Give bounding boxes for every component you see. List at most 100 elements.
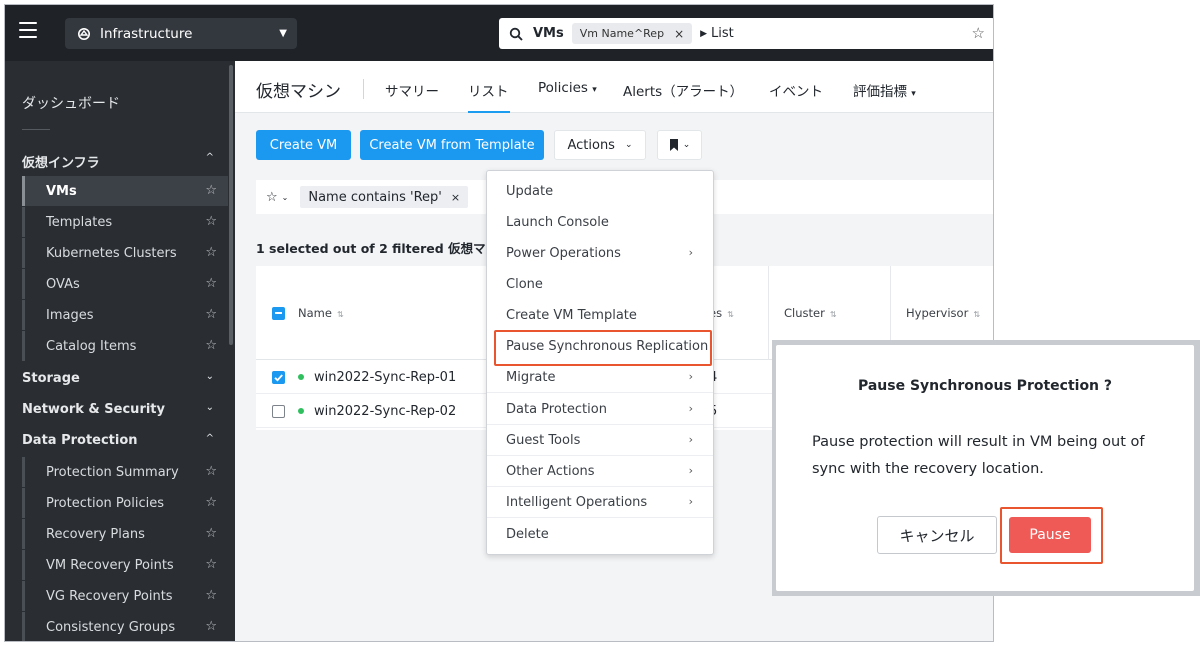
sidebar-item-templates[interactable]: Templates ☆ xyxy=(22,207,228,237)
menu-item-other-actions[interactable]: Other Actions › xyxy=(487,456,713,487)
page-title: 仮想マシン xyxy=(256,82,341,102)
sidebar-item-protection-summary[interactable]: Protection Summary ☆ xyxy=(22,457,228,487)
active-tab-indicator xyxy=(468,111,510,113)
sidebar-item-label: VG Recovery Points xyxy=(46,588,173,604)
sidebar-item-label: Protection Summary xyxy=(46,464,179,480)
star-icon[interactable]: ☆ xyxy=(205,214,217,229)
sidebar-group-storage[interactable]: Storage ⌄ xyxy=(22,371,214,386)
menu-item-power-operations[interactable]: Power Operations › xyxy=(487,238,713,269)
star-icon[interactable]: ☆ xyxy=(205,276,217,291)
sidebar-item-recovery-plans[interactable]: Recovery Plans ☆ xyxy=(22,519,228,549)
tab-policies[interactable]: Policies ▾ xyxy=(538,80,597,96)
menu-item-create-vm-template[interactable]: Create VM Template xyxy=(487,300,713,331)
close-icon[interactable]: × xyxy=(674,27,684,41)
global-search-bar[interactable]: VMs Vm Name^Rep × ▶ List ☆ xyxy=(499,18,993,49)
menu-item-launch-console[interactable]: Launch Console xyxy=(487,207,713,238)
hamburger-menu-icon[interactable] xyxy=(19,22,37,38)
menu-item-update[interactable]: Update xyxy=(487,176,713,207)
dialog-body: Pause protection will result in VM being… xyxy=(812,434,1145,477)
column-header-cluster[interactable]: Cluster ⇅ xyxy=(784,306,837,320)
sidebar-group-data-protection[interactable]: Data Protection ^ xyxy=(22,433,214,448)
menu-item-data-protection[interactable]: Data Protection › xyxy=(487,394,713,425)
create-vm-button[interactable]: Create VM xyxy=(256,130,351,160)
bookmark-icon xyxy=(669,139,678,151)
checkmark-icon xyxy=(274,374,283,382)
sidebar-item-ovas[interactable]: OVAs ☆ xyxy=(22,269,228,299)
chevron-right-icon: › xyxy=(688,370,693,383)
star-icon[interactable]: ☆ xyxy=(266,190,278,205)
star-icon[interactable]: ☆ xyxy=(205,245,217,260)
menu-item-guest-tools[interactable]: Guest Tools › xyxy=(487,425,713,456)
sidebar-group-label: 仮想インフラ xyxy=(22,156,100,171)
menu-item-pause-sync-replication[interactable]: Pause Synchronous Replication xyxy=(487,331,713,362)
star-icon[interactable]: ☆ xyxy=(205,495,217,510)
sidebar-item-vms[interactable]: VMs ☆ xyxy=(22,176,228,206)
vm-name-link[interactable]: win2022-Sync-Rep-01 xyxy=(314,370,456,385)
sidebar-group-infra[interactable]: 仮想インフラ ^ xyxy=(22,152,214,171)
sidebar-item-vg-recovery-points[interactable]: VG Recovery Points ☆ xyxy=(22,581,228,611)
sidebar-item-label: Consistency Groups xyxy=(46,619,176,635)
filter-chip[interactable]: Name contains 'Rep' × xyxy=(300,186,469,208)
close-icon[interactable]: × xyxy=(451,191,460,204)
star-icon[interactable]: ☆ xyxy=(205,338,217,353)
search-query-chip[interactable]: Vm Name^Rep × xyxy=(571,23,693,44)
sidebar-scrollbar[interactable] xyxy=(229,65,233,345)
star-icon[interactable]: ☆ xyxy=(205,307,217,322)
vm-name-link[interactable]: win2022-Sync-Rep-02 xyxy=(314,404,456,419)
row-checkbox[interactable] xyxy=(272,371,285,384)
menu-item-delete[interactable]: Delete xyxy=(487,519,713,550)
star-icon[interactable]: ☆ xyxy=(972,24,985,42)
tab-summary[interactable]: サマリー xyxy=(385,80,439,100)
select-all-checkbox[interactable] xyxy=(272,307,285,320)
column-header-hypervisor[interactable]: Hypervisor ⇅ xyxy=(906,306,980,320)
chevron-down-icon[interactable]: ⌄ xyxy=(282,193,289,202)
cancel-button[interactable]: キャンセル xyxy=(877,516,997,554)
sidebar-item-protection-policies[interactable]: Protection Policies ☆ xyxy=(22,488,228,518)
sidebar-item-label: Recovery Plans xyxy=(46,526,145,542)
sidebar-item-images[interactable]: Images ☆ xyxy=(22,300,228,330)
create-vm-from-template-button[interactable]: Create VM from Template xyxy=(360,130,544,160)
column-header-name[interactable]: Name ⇅ xyxy=(298,306,344,320)
tab-alerts[interactable]: Alerts（アラート） xyxy=(623,80,743,100)
column-divider[interactable] xyxy=(768,266,769,360)
sort-icon: ⇅ xyxy=(829,310,837,319)
row-checkbox[interactable] xyxy=(272,405,285,418)
bookmark-button[interactable]: ⌄ xyxy=(657,130,702,160)
menu-item-label: Data Protection xyxy=(506,401,607,417)
menu-item-clone[interactable]: Clone xyxy=(487,269,713,300)
sidebar-item-kubernetes[interactable]: Kubernetes Clusters ☆ xyxy=(22,238,228,268)
pause-button[interactable]: Pause xyxy=(1009,517,1091,553)
sidebar-item-catalog[interactable]: Catalog Items ☆ xyxy=(22,331,228,361)
actions-button[interactable]: Actions ⌄ xyxy=(554,130,646,160)
sidebar-group-network[interactable]: Network & Security ⌄ xyxy=(22,402,214,417)
menu-item-migrate[interactable]: Migrate › xyxy=(487,362,713,393)
menu-item-label: Migrate xyxy=(506,369,556,385)
top-bar: Infrastructure ▼ VMs Vm Name^Rep × ▶ Lis… xyxy=(5,5,993,61)
chevron-down-icon: ⌄ xyxy=(682,140,691,150)
app-name: Infrastructure xyxy=(100,25,193,42)
star-icon[interactable]: ☆ xyxy=(205,183,217,198)
sort-icon: ⇅ xyxy=(336,310,344,319)
sidebar-item-label: Protection Policies xyxy=(46,495,164,511)
tab-events[interactable]: イベント xyxy=(769,80,823,100)
tab-list[interactable]: リスト xyxy=(468,80,509,100)
chevron-down-icon: ▾ xyxy=(592,85,597,95)
selection-summary: 1 selected out of 2 filtered 仮想マシン xyxy=(256,241,511,256)
actions-label: Actions xyxy=(567,137,615,153)
sidebar-item-vm-recovery-points[interactable]: VM Recovery Points ☆ xyxy=(22,550,228,580)
sidebar-group-label: Network & Security xyxy=(22,402,165,417)
tab-bar: 仮想マシン サマリー リスト Policies ▾ Alerts（アラート） イ… xyxy=(235,61,993,113)
tab-metrics[interactable]: 評価指標 ▾ xyxy=(853,80,916,100)
status-dot xyxy=(298,408,304,414)
star-icon[interactable]: ☆ xyxy=(205,526,217,541)
sidebar-item-dashboard[interactable]: ダッシュボード xyxy=(22,93,120,113)
star-icon[interactable]: ☆ xyxy=(205,464,217,479)
star-icon[interactable]: ☆ xyxy=(205,619,217,634)
star-icon[interactable]: ☆ xyxy=(205,588,217,603)
app-switcher[interactable]: Infrastructure ▼ xyxy=(65,18,297,49)
sidebar-item-label: Kubernetes Clusters xyxy=(46,245,177,261)
sidebar-item-consistency-groups[interactable]: Consistency Groups ☆ xyxy=(22,612,228,641)
star-icon[interactable]: ☆ xyxy=(205,557,217,572)
menu-item-intelligent-operations[interactable]: Intelligent Operations › xyxy=(487,487,713,518)
sidebar-group-label: Data Protection xyxy=(22,433,138,448)
